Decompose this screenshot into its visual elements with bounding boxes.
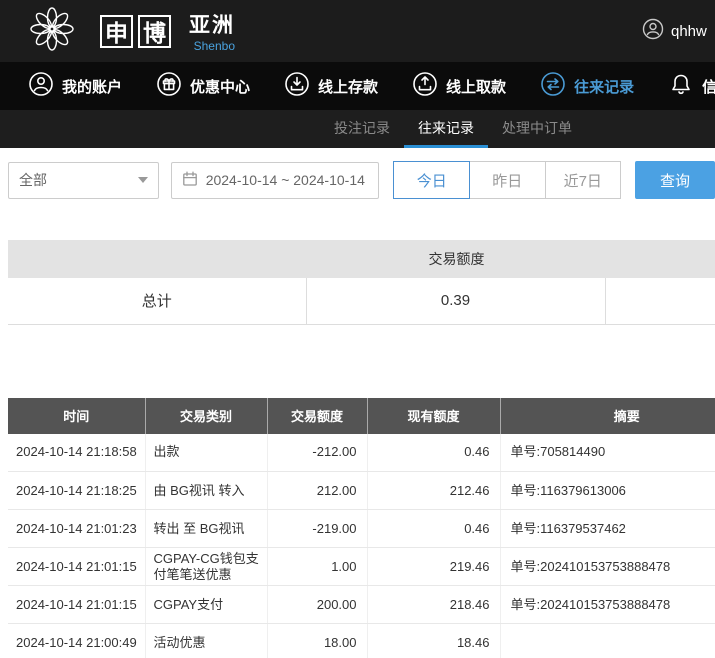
- cell-time: 2024-10-14 21:00:49: [8, 624, 145, 658]
- nav-item-label: 线上取款: [446, 76, 506, 97]
- summary-header: 交易额度: [8, 240, 715, 278]
- col-header-time: 时间: [8, 398, 145, 434]
- records-table: 时间 交易类别 交易额度 现有额度 摘要 2024-10-14 21:18:58…: [8, 398, 715, 658]
- tab-label: 投注记录: [334, 118, 390, 138]
- cell-memo: 单号:116379613006: [500, 472, 715, 510]
- main-navigation: 我的账户 优惠中心 线上存款 线上取款: [0, 62, 715, 110]
- col-header-memo: 摘要: [500, 398, 715, 434]
- cell-amount: 18.00: [267, 624, 367, 658]
- brand-char-shen: 申: [100, 15, 133, 48]
- cell-time: 2024-10-14 21:01:15: [8, 548, 145, 586]
- type-select[interactable]: 全部: [8, 162, 159, 199]
- nav-item-online-withdrawal[interactable]: 线上取款: [412, 71, 506, 101]
- records-tab-bar: 投注记录 往来记录 处理中订单: [0, 110, 715, 148]
- cell-balance: 212.46: [367, 472, 500, 510]
- tab-label: 处理中订单: [502, 118, 572, 138]
- chevron-down-icon: [138, 177, 148, 183]
- cell-balance: 219.46: [367, 548, 500, 586]
- tab-betting-records[interactable]: 投注记录: [320, 110, 404, 148]
- cell-balance: 18.46: [367, 624, 500, 658]
- flower-logo-icon: [26, 3, 78, 60]
- bell-icon: [668, 71, 694, 101]
- brand-region-block: 亚洲 Shenbo: [189, 9, 235, 53]
- user-avatar-icon: [642, 18, 664, 44]
- date-range-value: 2024-10-14 ~ 2024-10-14: [206, 172, 365, 188]
- summary-total-value: 0.39: [306, 278, 605, 324]
- cell-balance: 0.46: [367, 434, 500, 472]
- cell-amount: 212.00: [267, 472, 367, 510]
- brand-char-bo: 博: [138, 15, 171, 48]
- summary-total-row: 总计 0.39: [8, 278, 715, 324]
- tab-transaction-records[interactable]: 往来记录: [404, 110, 488, 148]
- yesterday-button[interactable]: 昨日: [469, 161, 546, 199]
- cell-amount: -212.00: [267, 434, 367, 472]
- cell-time: 2024-10-14 21:01:15: [8, 586, 145, 624]
- promo-gift-icon: [156, 71, 182, 101]
- table-row: 2024-10-14 21:18:58 出款 -212.00 0.46 单号:7…: [8, 434, 715, 472]
- table-row: 2024-10-14 21:01:23 转出 至 BG视讯 -219.00 0.…: [8, 510, 715, 548]
- nav-item-label: 往来记录: [574, 76, 634, 97]
- cell-type: 由 BG视讯 转入: [145, 472, 267, 510]
- cell-amount: -219.00: [267, 510, 367, 548]
- cell-type: 转出 至 BG视讯: [145, 510, 267, 548]
- last-7-days-button[interactable]: 近7日: [545, 161, 622, 199]
- nav-item-online-deposit[interactable]: 线上存款: [284, 71, 378, 101]
- calendar-icon: [182, 171, 198, 190]
- filter-bar: 全部 2024-10-14 ~ 2024-10-14 今日 昨日 近7日 查询: [0, 148, 715, 212]
- topbar: 申 博 亚洲 Shenbo qhhw: [0, 0, 715, 62]
- cell-memo: 单号:116379537462: [500, 510, 715, 548]
- cell-memo: 单号:202410153753888478: [500, 548, 715, 586]
- cell-time: 2024-10-14 21:18:58: [8, 434, 145, 472]
- cell-balance: 0.46: [367, 510, 500, 548]
- summary-empty-cell: [605, 278, 715, 324]
- cell-memo: [500, 624, 715, 658]
- nav-item-transaction-records[interactable]: 往来记录: [540, 71, 634, 101]
- cell-type: 活动优惠: [145, 624, 267, 658]
- nav-item-label: 线上存款: [318, 76, 378, 97]
- table-row: 2024-10-14 21:18:25 由 BG视讯 转入 212.00 212…: [8, 472, 715, 510]
- cell-time: 2024-10-14 21:01:23: [8, 510, 145, 548]
- cell-amount: 1.00: [267, 548, 367, 586]
- nav-item-label: 信: [702, 76, 715, 97]
- table-row: 2024-10-14 21:01:15 CGPAY-CG钱包支付笔笔送优惠 1.…: [8, 548, 715, 586]
- cell-type: 出款: [145, 434, 267, 472]
- summary-total-label: 总计: [8, 278, 306, 324]
- nav-item-promo-center[interactable]: 优惠中心: [156, 71, 250, 101]
- cell-amount: 200.00: [267, 586, 367, 624]
- records-exchange-icon: [540, 71, 566, 101]
- search-button[interactable]: 查询: [635, 161, 715, 199]
- col-header-amount: 交易额度: [267, 398, 367, 434]
- today-button[interactable]: 今日: [393, 161, 470, 199]
- nav-item-label: 我的账户: [62, 76, 122, 97]
- brand-name-boxes: 申 博: [100, 15, 171, 48]
- summary-table: 交易额度 总计 0.39: [8, 240, 715, 325]
- cell-type: CGPAY支付: [145, 586, 267, 624]
- cell-time: 2024-10-14 21:18:25: [8, 472, 145, 510]
- table-row: 2024-10-14 21:01:15 CGPAY支付 200.00 218.4…: [8, 586, 715, 624]
- records-header-row: 时间 交易类别 交易额度 现有额度 摘要: [8, 398, 715, 434]
- tab-label: 往来记录: [418, 118, 474, 138]
- brand-region: 亚洲: [189, 9, 235, 39]
- brand-logo: 申 博 亚洲 Shenbo: [26, 3, 235, 60]
- summary-header-row: 交易额度: [8, 240, 715, 278]
- username-label: qhhw: [671, 23, 707, 40]
- account-icon: [28, 71, 54, 101]
- cell-balance: 218.46: [367, 586, 500, 624]
- type-select-value: 全部: [19, 170, 47, 190]
- nav-item-my-account[interactable]: 我的账户: [28, 71, 122, 101]
- deposit-icon: [284, 71, 310, 101]
- brand-latin: Shenbo: [194, 39, 235, 53]
- date-range-input[interactable]: 2024-10-14 ~ 2024-10-14: [171, 162, 380, 199]
- tab-processing-orders[interactable]: 处理中订单: [488, 110, 586, 148]
- withdraw-icon: [412, 71, 438, 101]
- col-header-balance: 现有额度: [367, 398, 500, 434]
- col-header-type: 交易类别: [145, 398, 267, 434]
- cell-memo: 单号:705814490: [500, 434, 715, 472]
- cell-type: CGPAY-CG钱包支付笔笔送优惠: [145, 548, 267, 586]
- table-row: 2024-10-14 21:00:49 活动优惠 18.00 18.46: [8, 624, 715, 658]
- user-account-menu[interactable]: qhhw: [642, 0, 707, 62]
- cell-memo: 单号:202410153753888478: [500, 586, 715, 624]
- nav-item-label: 优惠中心: [190, 76, 250, 97]
- nav-item-message-center[interactable]: 信: [668, 71, 715, 101]
